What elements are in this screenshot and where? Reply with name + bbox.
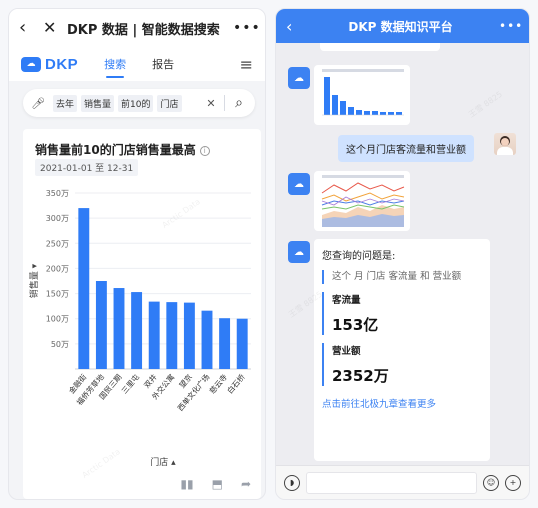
x-axis-label: 门店 ▴: [150, 456, 176, 468]
chart-message[interactable]: [314, 65, 410, 125]
more-link[interactable]: 点击前往北极九章查看更多: [322, 396, 482, 410]
search-token[interactable]: 门店: [157, 94, 182, 112]
emoji-icon[interactable]: ☺: [483, 474, 499, 491]
search-icon[interactable]: ⌕: [231, 95, 247, 111]
top-bar: ‹ ✕ DKP 数据 | 智能数据搜索 •••: [9, 9, 265, 47]
nav-bar: ☁ DKP 搜索 报告 ≡: [9, 47, 265, 81]
chat-app-screen: ‹ DKP 数据知识平台 ••• ☁ 这个月门店客流量和营业额 ☁ ☁ 您查询的…: [275, 8, 530, 500]
bot-avatar: ☁: [288, 173, 310, 195]
user-avatar: [494, 133, 516, 155]
voice-icon[interactable]: ◗: [284, 474, 300, 491]
y-tick-label: 150万: [46, 290, 69, 299]
more-icon[interactable]: •••: [499, 19, 522, 33]
chart-bar: [95, 281, 107, 369]
metric-value: 153亿: [332, 316, 379, 334]
y-tick-label: 100万: [46, 315, 69, 324]
back-arrow-icon[interactable]: ‹: [286, 17, 302, 36]
share-icon[interactable]: ➦: [241, 477, 251, 491]
message-input[interactable]: [306, 471, 477, 494]
chart-bar: [183, 302, 195, 369]
tab-report[interactable]: 报告: [152, 48, 174, 80]
metric-label: 客流量: [332, 295, 361, 306]
answer-intro: 您查询的问题是:: [322, 251, 396, 262]
logo-text: DKP: [45, 55, 79, 73]
question-quote: 这个 月 门店 客流量 和 营业额: [322, 270, 482, 284]
back-arrow-icon[interactable]: ‹: [19, 19, 37, 37]
y-tick-label: 200万: [46, 264, 69, 273]
bar-chart: 50万100万150万200万250万300万350万销售量 ▾金融街福侨芳草地…: [28, 189, 251, 468]
card-toolbar: ▮▮ ⬒ ➦: [180, 477, 251, 491]
chart-bar: [166, 302, 178, 369]
chart-bar: [148, 301, 160, 369]
question-quote-text: 这个 月 门店 客流量 和 营业额: [332, 271, 462, 282]
more-icon[interactable]: •••: [233, 20, 260, 36]
chat-title: DKP 数据知识平台: [348, 19, 453, 34]
search-bar[interactable]: 🎤︎ 去年 销售量 前10的 门店 ✕ ⌕: [23, 89, 255, 117]
tab-search[interactable]: 搜索: [104, 48, 126, 80]
chart-bar: [78, 208, 90, 369]
chart-type-icon[interactable]: ▮▮: [180, 477, 193, 491]
chart-message[interactable]: [314, 171, 410, 231]
answer-message: 您查询的问题是: 这个 月 门店 客流量 和 营业额 客流量 153亿 营业额 …: [314, 239, 490, 461]
chart-bar: [113, 288, 125, 369]
info-icon[interactable]: i: [199, 145, 210, 156]
y-tick-label: 50万: [51, 340, 69, 349]
y-tick-label: 250万: [46, 239, 69, 248]
search-tokens: 去年 销售量 前10的 门店: [53, 94, 204, 112]
date-range-badge: 2021-01-01 至 12-31: [35, 159, 139, 176]
window-title: DKP 数据 | 智能数据搜索: [67, 22, 220, 38]
x-tick-label: 西单文化广场: [175, 371, 212, 412]
x-tick-label: 慈云寺: [207, 371, 229, 395]
line-chart-thumbnail: [321, 175, 405, 227]
chart-bar: [219, 318, 231, 369]
chart-bar: [131, 292, 143, 369]
close-icon[interactable]: ✕: [43, 20, 61, 36]
y-axis-label: 销售量 ▾: [28, 263, 40, 298]
search-token[interactable]: 去年: [53, 94, 78, 112]
metric-traffic: 客流量 153亿: [322, 292, 482, 335]
result-card: 销售量前10的门店销售量最高 i 2021-01-01 至 12-31 50万 10…: [23, 129, 261, 499]
bot-avatar: ☁: [288, 67, 310, 89]
message-remnant: [320, 43, 440, 51]
metric-revenue: 营业额 2352万: [322, 343, 482, 386]
chat-input-bar: ◗ ☺ +: [276, 465, 529, 499]
bot-avatar: ☁: [288, 241, 310, 263]
chart-bar: [201, 310, 213, 369]
y-tick-label: 300万: [46, 214, 69, 223]
chart-title: 销售量前10的门店销售量最高 i: [35, 141, 210, 158]
search-token[interactable]: 销售量: [81, 94, 115, 112]
app-stage: ‹ ✕ DKP 数据 | 智能数据搜索 ••• ☁ DKP 搜索 报告 ≡ 🎤︎…: [0, 0, 538, 508]
search-token[interactable]: 前10的: [118, 94, 154, 112]
chat-top-bar: ‹ DKP 数据知识平台 •••: [276, 9, 529, 43]
chart-bar: [236, 318, 248, 369]
add-icon[interactable]: +: [505, 474, 521, 491]
clear-icon[interactable]: ✕: [204, 97, 218, 110]
microphone-icon[interactable]: 🎤︎: [31, 97, 45, 110]
x-tick-label: 三里屯: [119, 371, 141, 395]
dkp-logo: ☁ DKP: [21, 56, 78, 73]
x-tick-label: 白石桥: [225, 371, 247, 395]
chart-title-text: 销售量前10的门店销售量最高: [35, 143, 196, 157]
metric-value: 2352万: [332, 367, 389, 385]
metric-label: 营业额: [332, 346, 361, 357]
y-tick-label: 350万: [46, 189, 69, 198]
search-app-screen: ‹ ✕ DKP 数据 | 智能数据搜索 ••• ☁ DKP 搜索 报告 ≡ 🎤︎…: [8, 8, 266, 500]
bar-chart-thumbnail: [322, 69, 404, 116]
hamburger-menu-icon[interactable]: ≡: [240, 55, 253, 74]
cloud-logo-icon: ☁: [21, 56, 41, 72]
divider: [224, 95, 225, 111]
watermark: 王雪 8825: [466, 89, 504, 120]
user-message[interactable]: 这个月门店客流量和营业额: [338, 135, 474, 162]
export-icon[interactable]: ⬒: [212, 477, 223, 491]
